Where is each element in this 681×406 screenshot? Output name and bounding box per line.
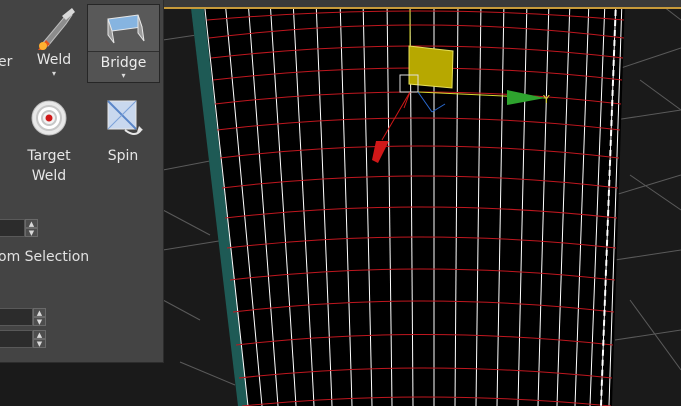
- weld-label: Weld: [36, 52, 72, 68]
- clipped-button-label: er: [0, 54, 13, 70]
- cylinder-mesh[interactable]: [190, 0, 625, 406]
- taper-spinner-arrows[interactable]: ▲ ▼: [33, 330, 46, 348]
- target-weld-label-line2: Weld: [31, 168, 67, 184]
- spin-icon: [107, 100, 143, 135]
- spinner-down-icon[interactable]: ▼: [33, 339, 46, 348]
- spin-button[interactable]: Spin: [93, 98, 153, 164]
- bridge-label: Bridge: [100, 55, 147, 71]
- weld-dropdown-arrow[interactable]: ▾: [22, 70, 86, 78]
- weld-torch-icon: [38, 8, 75, 50]
- target-weld-label-line1: Target: [27, 148, 71, 164]
- bridge-icon: [107, 14, 145, 44]
- threshold-spinner-field[interactable]: [0, 219, 25, 237]
- app-window: Y er Weld ▾ Bridge ▾ Target Weld Spin ▲ …: [0, 0, 681, 406]
- weld-button[interactable]: Weld ▾: [22, 6, 86, 84]
- viewport-top-border: [163, 0, 681, 9]
- spinner-up-icon[interactable]: ▲: [33, 308, 46, 317]
- gizmo-y-label: Y: [542, 93, 550, 106]
- segments-spinner-arrows[interactable]: ▲ ▼: [33, 308, 46, 326]
- from-selection-label: om Selection: [0, 249, 90, 265]
- bridge-icon-area: [88, 5, 159, 52]
- selected-face[interactable]: [408, 45, 454, 89]
- spin-label: Spin: [107, 148, 139, 164]
- target-weld-button[interactable]: Target Weld: [18, 98, 80, 184]
- threshold-spinner-arrows[interactable]: ▲ ▼: [25, 219, 38, 237]
- spinner-down-icon[interactable]: ▼: [25, 228, 38, 237]
- edit-geometry-panel: er Weld ▾ Bridge ▾ Target Weld Spin ▲ ▼ …: [0, 0, 164, 363]
- target-icon: [31, 100, 67, 136]
- bridge-dropdown-arrow[interactable]: ▾: [88, 72, 159, 80]
- spinner-up-icon[interactable]: ▲: [33, 330, 46, 339]
- taper-spinner-field[interactable]: [0, 330, 33, 348]
- segments-spinner-field[interactable]: [0, 308, 33, 326]
- bridge-button[interactable]: Bridge ▾: [87, 4, 160, 83]
- spinner-down-icon[interactable]: ▼: [33, 317, 46, 326]
- spinner-up-icon[interactable]: ▲: [25, 219, 38, 228]
